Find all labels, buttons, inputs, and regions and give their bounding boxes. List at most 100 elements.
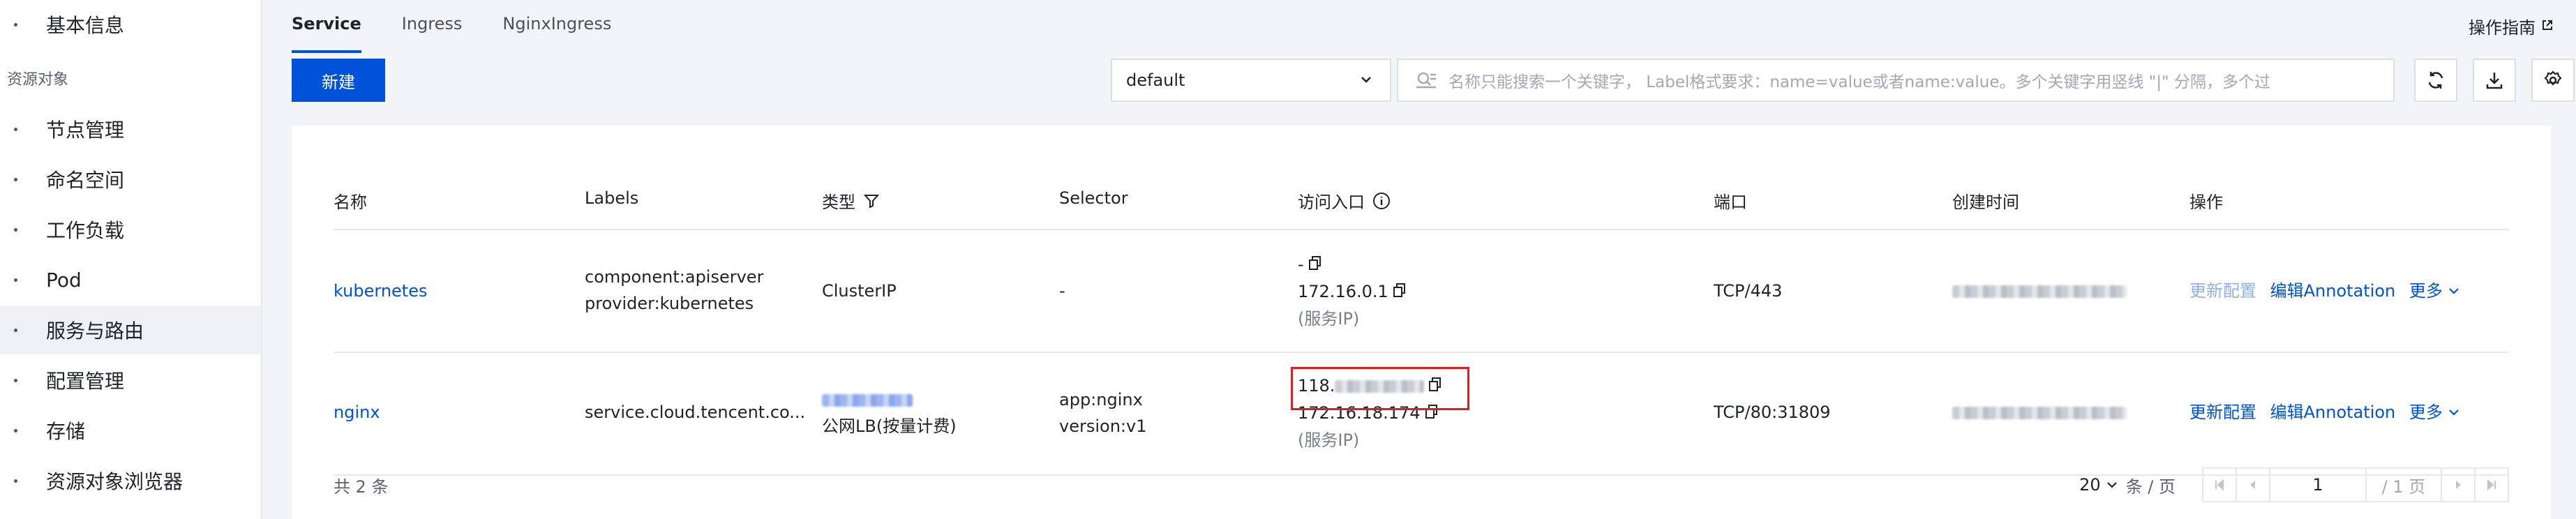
search-input[interactable]: 名称只能搜索一个关键字， Label格式要求：name=value或者name:…: [1397, 59, 2395, 102]
filter-icon[interactable]: [864, 193, 879, 209]
sidebar-item-label: 命名空间: [46, 169, 125, 192]
label-value: provider:kubernetes: [585, 294, 754, 313]
total-pages: / 1 页: [2365, 467, 2442, 502]
copy-icon[interactable]: [1308, 252, 1322, 278]
tab-service[interactable]: Service: [292, 11, 361, 53]
external-link-icon: [2541, 18, 2554, 35]
chevron-down-icon: [1356, 70, 1376, 93]
page-size-value: 20: [2079, 475, 2101, 495]
service-name-link[interactable]: nginx: [334, 399, 380, 426]
per-page-label: 条 / 页: [2125, 476, 2176, 497]
download-icon: [2486, 73, 2503, 89]
selector-cell: -: [1059, 281, 1065, 301]
selector-value: version:v1: [1059, 416, 1147, 436]
sidebar-item-nodes[interactable]: 节点管理: [0, 105, 261, 153]
guide-label: 操作指南: [2469, 18, 2536, 38]
created-time-redacted: [1952, 278, 2127, 304]
tab-ingress[interactable]: Ingress: [402, 11, 463, 45]
actions-cell: 更新配置 编辑Annotation 更多: [2189, 399, 2461, 426]
sidebar-item-label: 资源对象浏览器: [46, 470, 184, 493]
sidebar-item-label: Pod: [46, 268, 82, 292]
chevron-down-icon: [2449, 288, 2459, 294]
port-cell: TCP/80:31809: [1714, 403, 1831, 422]
first-page-button[interactable]: [2202, 467, 2237, 502]
access-ip: -: [1298, 255, 1304, 274]
header-actions: 操作: [2189, 193, 2223, 212]
update-config-link[interactable]: 更新配置: [2189, 403, 2256, 422]
new-button[interactable]: 新建: [292, 59, 385, 102]
header-labels: Labels: [585, 188, 639, 208]
service-table-panel: 名称 Labels 类型 Selector 访问入口 端口 创建时间 操作 ku…: [292, 126, 2551, 519]
header-created: 创建时间: [1952, 193, 2019, 212]
settings-button[interactable]: [2531, 59, 2575, 102]
sidebar: 基本信息 资源对象 节点管理 命名空间 工作负载 Pod 服务与路由 配置管理 …: [0, 0, 262, 519]
more-label: 更多: [2409, 281, 2443, 301]
bullet-icon: [14, 278, 17, 282]
type-cell: ClusterIP: [822, 281, 897, 301]
last-page-button[interactable]: [2474, 467, 2509, 502]
pagination: 20 条 / 页 1 / 1 页: [2079, 467, 2509, 502]
prev-page-button[interactable]: [2236, 467, 2270, 502]
tab-nginx-ingress[interactable]: NginxIngress: [502, 11, 611, 45]
edit-annotation-link[interactable]: 编辑Annotation: [2270, 281, 2396, 301]
sidebar-item-basic-info[interactable]: 基本信息: [0, 0, 261, 49]
bullet-icon: [14, 479, 17, 483]
sidebar-section-label: 资源对象: [7, 71, 69, 89]
labels-cell: service.cloud.tencent.co...: [585, 403, 806, 422]
bullet-icon: [14, 328, 17, 332]
header-type-label: 类型: [822, 193, 855, 212]
next-page-icon: [2456, 481, 2461, 489]
sidebar-item-namespaces[interactable]: 命名空间: [0, 155, 261, 204]
header-selector: Selector: [1059, 188, 1128, 208]
chevron-down-icon: [2106, 482, 2117, 488]
labels-cell: component:apiserver provider:kubernetes: [585, 264, 763, 317]
header-name: 名称: [334, 193, 367, 212]
total-count: 共 2 条: [334, 477, 389, 497]
more-menu[interactable]: 更多: [2409, 278, 2461, 304]
info-icon[interactable]: [1372, 191, 1391, 211]
sidebar-item-config[interactable]: 配置管理: [0, 356, 261, 405]
search-placeholder: 名称只能搜索一个关键字， Label格式要求：name=value或者name:…: [1448, 73, 2271, 91]
next-page-button[interactable]: [2441, 467, 2476, 502]
service-ip: 172.16.0.1: [1298, 282, 1388, 301]
copy-icon[interactable]: [1393, 279, 1407, 306]
namespace-select[interactable]: default: [1111, 59, 1391, 102]
service-name-link[interactable]: kubernetes: [334, 278, 427, 304]
sidebar-item-pod[interactable]: Pod: [0, 255, 261, 304]
selector-cell: app:nginx version:v1: [1059, 386, 1146, 439]
page-number-input[interactable]: 1: [2269, 467, 2367, 502]
more-label: 更多: [2409, 403, 2443, 422]
refresh-icon: [2428, 72, 2443, 89]
table-footer: 共 2 条 20 条 / 页 1 / 1 页: [334, 467, 2509, 502]
actions-cell: 更新配置 编辑Annotation 更多: [2189, 278, 2461, 304]
tab-bar: Service Ingress NginxIngress: [292, 11, 652, 53]
guide-link[interactable]: 操作指南: [2469, 14, 2554, 38]
selector-value: app:nginx: [1059, 390, 1143, 409]
sidebar-item-label: 工作负载: [46, 219, 125, 242]
edit-annotation-link[interactable]: 编辑Annotation: [2270, 403, 2396, 422]
last-page-icon: [2487, 479, 2496, 491]
bullet-icon: [14, 127, 17, 131]
bullet-icon: [14, 378, 17, 382]
gear-icon: [2544, 70, 2562, 86]
header-type[interactable]: 类型: [822, 188, 879, 213]
bullet-icon: [14, 428, 17, 433]
sidebar-item-label: 节点管理: [46, 119, 125, 142]
sidebar-item-workloads[interactable]: 工作负载: [0, 205, 261, 254]
download-button[interactable]: [2473, 59, 2516, 102]
sidebar-item-resource-browser[interactable]: 资源对象浏览器: [0, 456, 261, 505]
first-page-icon: [2215, 479, 2224, 491]
bullet-icon: [14, 22, 17, 27]
page-size-select[interactable]: 20: [2079, 475, 2119, 495]
sidebar-item-label: 服务与路由: [46, 319, 144, 343]
more-menu[interactable]: 更多: [2409, 399, 2461, 426]
refresh-button[interactable]: [2414, 59, 2457, 102]
update-config-link[interactable]: 更新配置: [2189, 281, 2256, 301]
sidebar-item-services[interactable]: 服务与路由: [0, 306, 261, 354]
header-port: 端口: [1714, 193, 1747, 212]
lb-id-redacted[interactable]: [822, 394, 913, 407]
service-ip-note: (服务IP): [1298, 309, 1360, 329]
highlight-box: [1291, 367, 1469, 410]
sidebar-item-storage[interactable]: 存储: [0, 406, 261, 455]
main-content: Service Ingress NginxIngress 操作指南 新建 def…: [264, 0, 2576, 519]
